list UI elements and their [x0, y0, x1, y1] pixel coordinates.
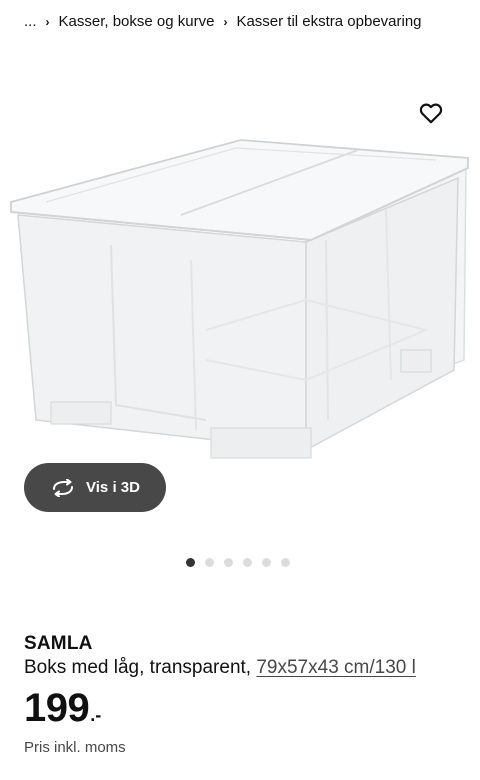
view-in-3d-button[interactable]: Vis i 3D — [24, 463, 166, 512]
breadcrumb-item-extra-storage[interactable]: Kasser til ekstra opbevaring — [236, 13, 421, 30]
carousel-pagination — [186, 558, 290, 567]
product-image — [10, 139, 469, 459]
product-price: 199 .- — [24, 686, 101, 731]
carousel-dot[interactable] — [243, 558, 252, 567]
product-name: SAMLA — [24, 633, 93, 654]
price-integer: 199 — [24, 686, 90, 730]
product-description-text: Boks med låg, transparent, — [24, 657, 252, 678]
carousel-dot[interactable] — [186, 558, 195, 567]
carousel-dot[interactable] — [281, 558, 290, 567]
chevron-right-icon: › — [45, 14, 50, 29]
product-description: Boks med låg, transparent, 79x57x43 cm/1… — [24, 657, 416, 679]
breadcrumb-ellipsis[interactable]: ... — [24, 13, 37, 30]
price-vat-note: Pris inkl. moms — [24, 739, 126, 756]
product-dimensions-link[interactable]: 79x57x43 cm/130 l — [256, 657, 416, 678]
carousel-dot[interactable] — [262, 558, 271, 567]
breadcrumb: ... › Kasser, bokse og kurve › Kasser ti… — [24, 13, 422, 30]
breadcrumb-item-boxes-baskets[interactable]: Kasser, bokse og kurve — [59, 13, 215, 30]
carousel-dot[interactable] — [205, 558, 214, 567]
price-suffix: .- — [90, 705, 102, 725]
rotate-3d-icon — [53, 478, 74, 497]
view-in-3d-label: Vis i 3D — [86, 479, 140, 496]
carousel-dot[interactable] — [224, 558, 233, 567]
chevron-right-icon: › — [223, 14, 228, 29]
